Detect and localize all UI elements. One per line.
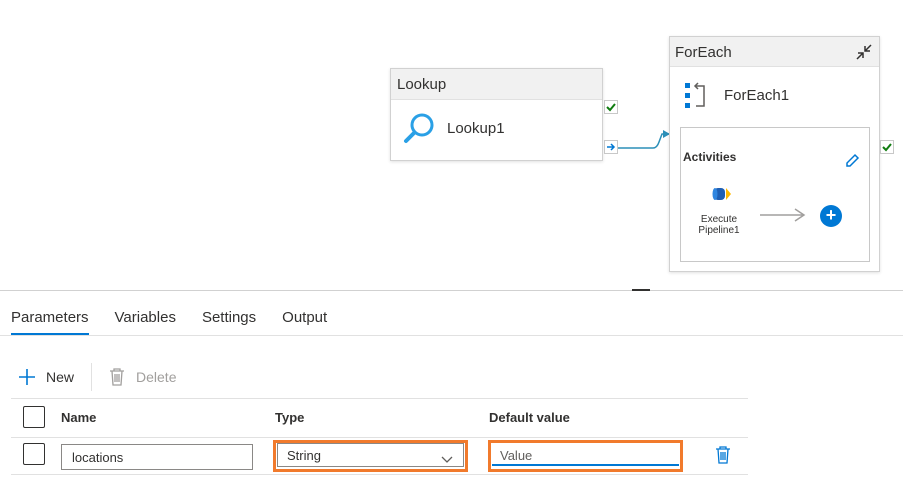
collapse-icon[interactable] [854,42,874,66]
parameters-toolbar: New Delete [17,363,176,391]
new-button-label: New [46,369,75,385]
lookup-activity-name: Lookup1 [447,120,505,137]
success-check-icon [606,103,616,112]
dependency-connector[interactable] [617,128,671,154]
success-check-icon [882,143,892,152]
trash-icon [108,367,136,387]
select-all-checkbox[interactable] [23,406,45,428]
tab-settings[interactable]: Settings [202,309,256,334]
foreach-activity-type: ForEach [675,44,732,61]
table-header: Name Type Default value [11,398,748,438]
lookup-icon [403,111,437,150]
new-parameter-button[interactable]: New [17,367,74,387]
completion-arrow-icon [607,143,616,151]
parameters-table: Name Type Default value locations String… [11,398,748,475]
tab-parameters[interactable]: Parameters [11,309,89,335]
panel-resize-handle[interactable] [632,289,650,291]
delete-row-button[interactable] [714,445,732,470]
foreach-activities-panel[interactable]: Activities Execute Pipeline1 + [680,127,870,262]
foreach-icon [684,82,708,115]
properties-tabs: Parameters Variables Settings Output [11,309,327,335]
column-header-name: Name [61,410,97,425]
column-header-default-value: Default value [489,410,570,425]
row-checkbox[interactable] [23,443,45,465]
tab-variables[interactable]: Variables [115,309,176,334]
execute-pipeline-icon[interactable] [711,185,733,210]
parameter-type-value: String [287,448,321,463]
tab-output[interactable]: Output [282,309,327,334]
parameter-type-select[interactable]: String [277,443,464,467]
success-output-port[interactable] [604,100,618,114]
lookup-activity[interactable]: Lookup Lookup1 [390,68,603,161]
add-activity-arrow-icon [759,207,807,228]
delete-parameter-button[interactable]: Delete [108,367,176,387]
delete-button-label: Delete [136,369,177,385]
lookup-activity-type: Lookup [391,69,602,100]
chevron-down-icon [441,452,453,467]
toolbar-separator [91,363,93,391]
plus-icon [17,367,46,387]
completion-output-port[interactable] [604,140,618,154]
edit-icon[interactable] [844,153,860,174]
default-value-input[interactable]: Value [492,444,679,466]
trash-icon [716,446,730,464]
execute-pipeline-label: Execute Pipeline1 [698,214,740,236]
activities-title: Activities [683,150,737,164]
panel-divider [0,290,903,291]
column-header-type: Type [275,410,305,425]
table-row: locations String Value [11,438,748,475]
add-activity-icon[interactable]: + [820,205,842,227]
foreach-activity[interactable]: ForEach ForEach1 Activities Execute Pipe… [669,36,880,272]
pipeline-canvas[interactable]: Lookup Lookup1 ForEach ForEach1 Activiti… [0,0,903,290]
foreach-success-output-port[interactable] [880,140,894,154]
parameter-name-input[interactable]: locations [61,444,253,470]
tabs-divider [0,335,903,336]
foreach-activity-name: ForEach1 [724,87,790,104]
